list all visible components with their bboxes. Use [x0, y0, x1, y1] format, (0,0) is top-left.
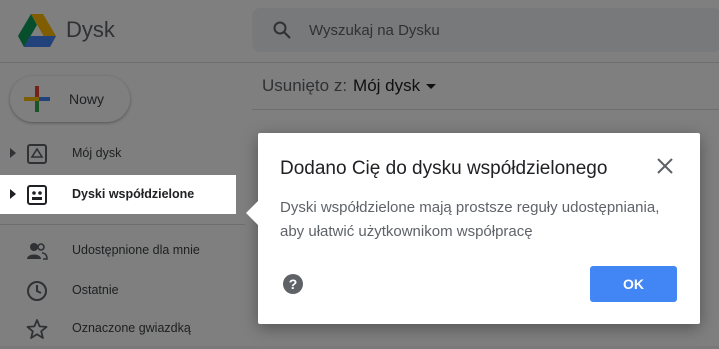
shared-drives-icon	[27, 185, 47, 205]
close-icon[interactable]	[654, 155, 676, 177]
dialog-title: Dodano Cię do dysku współdzielonego	[280, 158, 608, 179]
svg-text:?: ?	[289, 276, 298, 292]
dialog-pointer	[246, 201, 258, 225]
dialog-body: Dyski współdzielone mają prostsze reguły…	[280, 199, 660, 240]
expand-caret-icon[interactable]	[10, 189, 16, 199]
help-icon[interactable]: ?	[282, 273, 304, 295]
shared-drive-added-dialog: Dodano Cię do dysku współdzielonego Dysk…	[246, 133, 700, 324]
highlighted-sidebar-item-label: Dyski współdzielone	[72, 187, 195, 201]
ok-button[interactable]: OK	[590, 266, 677, 302]
